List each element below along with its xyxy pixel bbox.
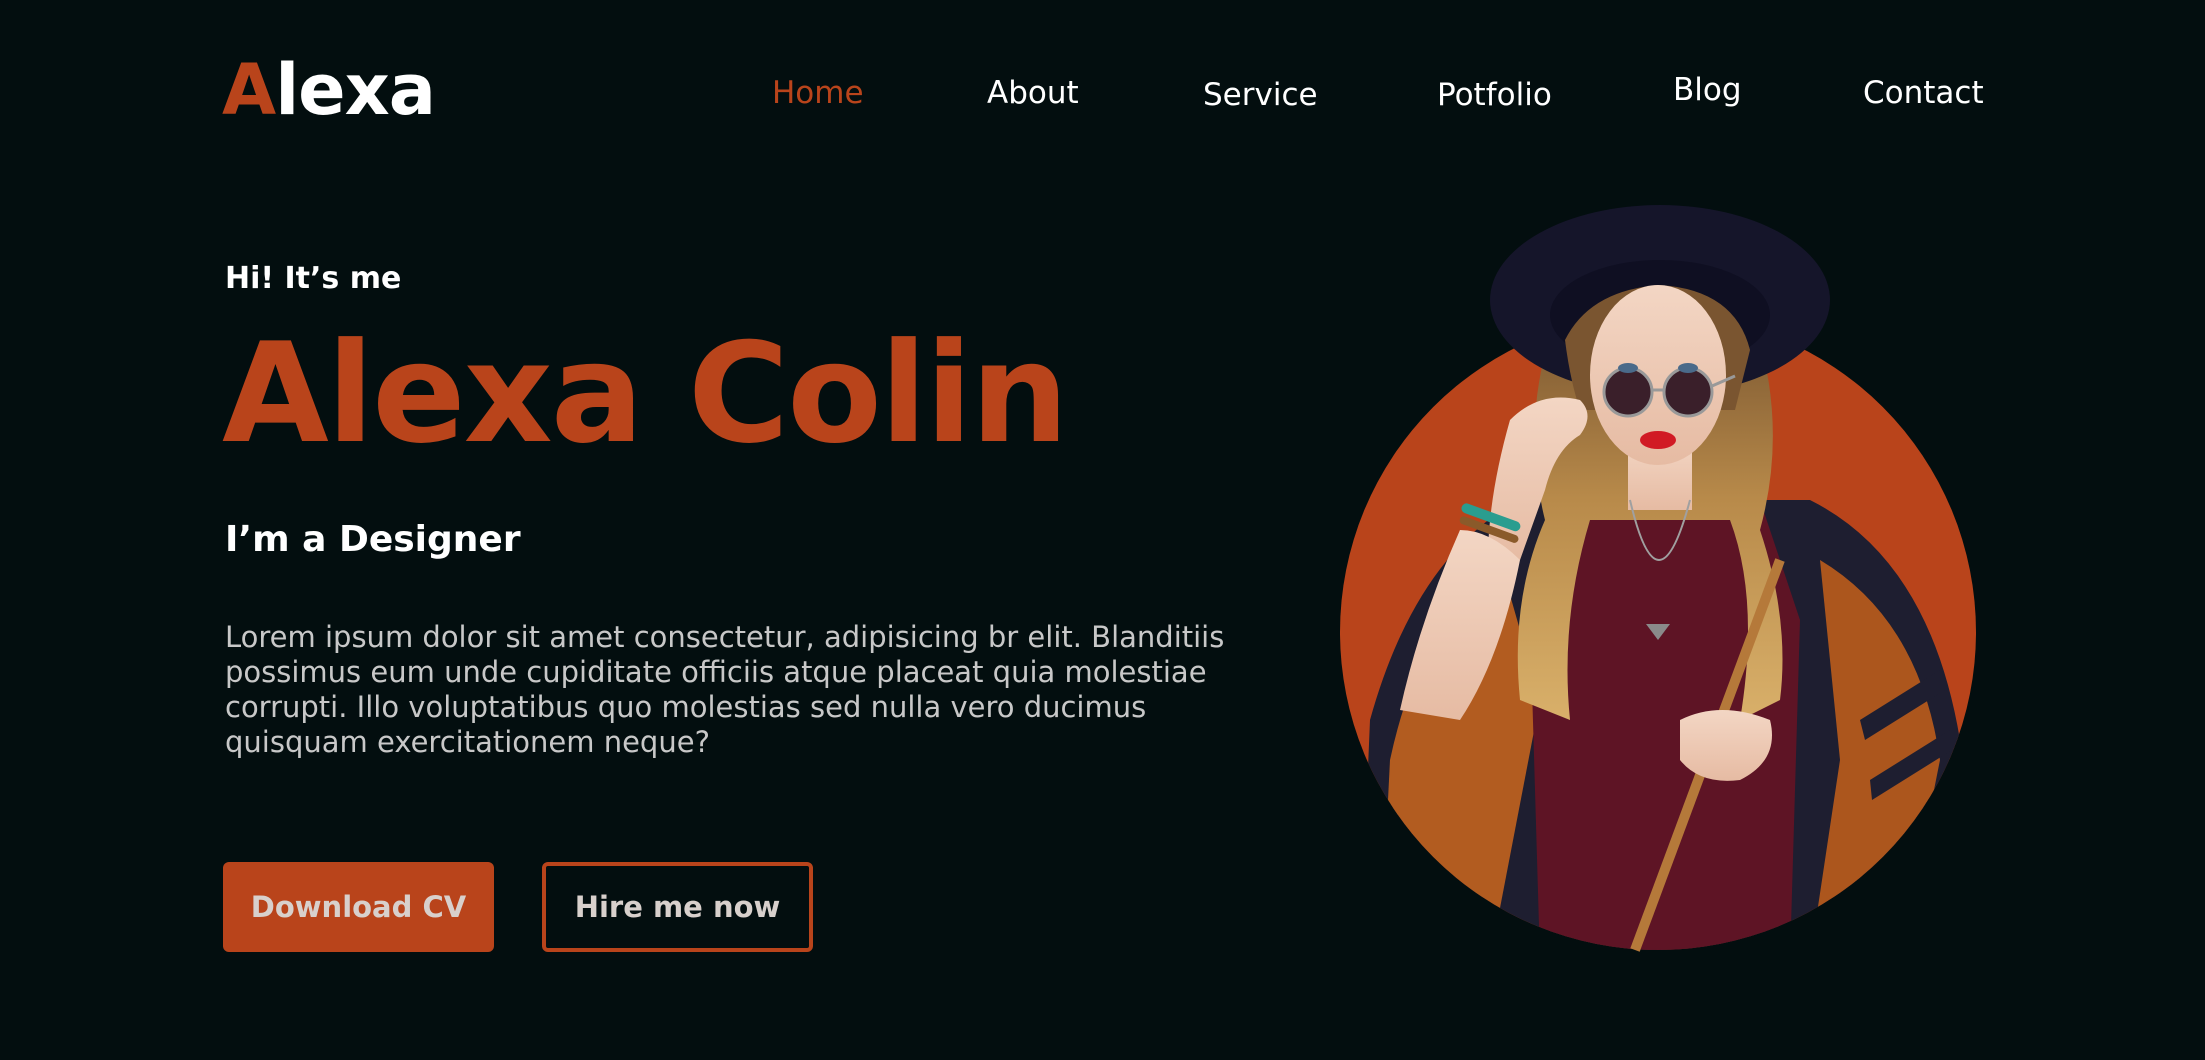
logo-accent-letter: A [222,49,276,131]
nav-blog[interactable]: Blog [1673,75,1742,106]
hero-name: Alexa Colin [222,313,1069,474]
portrait-image [1340,205,1976,952]
hero-role: I’m a Designer [225,519,521,560]
hero-greeting: Hi! It’s me [225,261,402,296]
hero-description: Lorem ipsum dolor sit amet consectetur, … [225,620,1225,759]
hire-me-button[interactable]: Hire me now [542,862,813,952]
nav-home[interactable]: Home [772,78,864,109]
brand-logo[interactable]: Alexa [222,55,436,125]
download-cv-button[interactable]: Download CV [223,862,494,952]
nav-portfolio[interactable]: Potfolio [1437,80,1552,111]
logo-text: lexa [275,49,436,131]
nav-contact[interactable]: Contact [1863,78,1984,109]
nav-service[interactable]: Service [1203,80,1318,111]
nav-about[interactable]: About [987,78,1079,109]
